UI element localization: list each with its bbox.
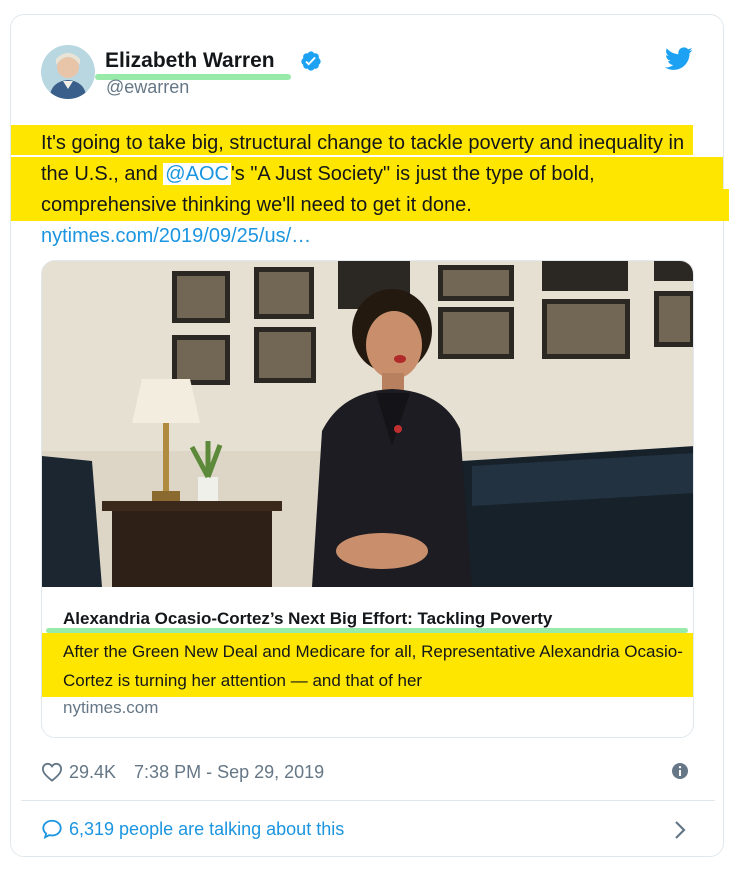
talking-count-text[interactable]: 6,319 people are talking about this [69, 819, 344, 840]
tweet-card[interactable]: Elizabeth Warren @ewarren It's going to … [10, 14, 729, 857]
tweet-text: It's going to take big, structural chang… [41, 128, 711, 252]
author-handle[interactable]: @ewarren [106, 77, 189, 98]
author-avatar[interactable] [41, 45, 95, 99]
verified-badge-icon [301, 51, 321, 71]
footer-divider [21, 800, 715, 801]
info-icon[interactable] [671, 762, 689, 780]
conversation-link[interactable]: 6,319 people are talking about this [41, 818, 344, 840]
article-domain: nytimes.com [63, 698, 159, 717]
like-count[interactable]: 29.4K [69, 762, 116, 783]
twitter-bird-icon[interactable] [665, 47, 693, 71]
link-preview-card[interactable]: Alexandria Ocasio-Cortez’s Next Big Effo… [41, 260, 694, 738]
chevron-right-icon[interactable] [673, 819, 687, 841]
article-description: After the Green New Deal and Medicare fo… [63, 642, 683, 690]
mention-link[interactable]: @AOC [163, 163, 231, 185]
tweet-meta-row: 29.4K 7:38 PM - Sep 29, 2019 [41, 760, 324, 784]
heart-icon[interactable] [41, 762, 63, 782]
article-photo [42, 261, 693, 587]
article-headline[interactable]: Alexandria Ocasio-Cortez’s Next Big Effo… [63, 609, 552, 629]
tweet-url-link[interactable]: nytimes.com/2019/09/25/us/… [41, 225, 311, 247]
speech-bubble-icon [42, 819, 62, 839]
author-name[interactable]: Elizabeth Warren [105, 49, 275, 73]
tweet-timestamp[interactable]: 7:38 PM - Sep 29, 2019 [134, 762, 324, 783]
